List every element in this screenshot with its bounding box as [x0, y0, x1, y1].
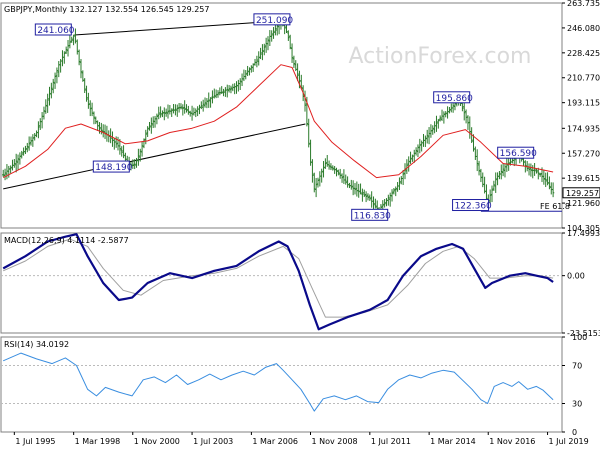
rsi-axis-tick-label: 0 [572, 428, 577, 437]
x-axis-tick-label: 1 Jul 1995 [15, 437, 55, 446]
panel-frame-main [0, 2, 563, 229]
price-axis-tick-label: 139.615 [567, 174, 600, 183]
fe-level-label: FE 61.8 [540, 202, 570, 211]
price-axis-tick-label: 121.960 [567, 199, 600, 208]
chart-svg: ActionForex.com 263.735 246.080 228.425 210.… [0, 0, 600, 446]
macd-title: MACD(12,26,9) 4.1114 -2.5877 [4, 236, 129, 245]
chart-canvas: ActionForex.com 263.735 246.080 228.425 210.… [0, 0, 600, 450]
watermark: ActionForex.com [349, 44, 532, 69]
price-label: 241.060 [37, 26, 74, 36]
rsi-line [3, 352, 554, 412]
rsi-title: RSI(14) 34.0192 [4, 340, 69, 349]
moving-average-line [2, 64, 554, 179]
rsi-axis-tick-label: 70 [572, 362, 582, 371]
macd-axis-tick-label: 0.00 [567, 272, 585, 281]
channel-lower-line [3, 123, 306, 190]
x-axis-tick-label: 1 Nov 2016 [489, 437, 535, 446]
price-axis-tick-label: 193.115 [567, 99, 600, 108]
panel-frame-macd [0, 232, 563, 334]
price-axis-tick-label: 263.735 [567, 0, 600, 8]
x-axis-tick-label: 1 Mar 2006 [252, 437, 298, 446]
x-axis-tick-label: 1 Nov 2008 [311, 437, 357, 446]
rsi-axis-tick-label: 30 [572, 400, 582, 409]
x-axis-tick-label: 1 Mar 1998 [75, 437, 121, 446]
x-axis-tick-label: 1 Jul 2003 [193, 437, 233, 446]
price-label: 195.860 [436, 94, 473, 104]
x-axis-tick-label: 1 Mar 2014 [430, 437, 476, 446]
price-axis-tick-label: 174.935 [567, 124, 600, 133]
price-axis-tick-label: 210.770 [567, 74, 600, 83]
x-axis-tick-label: 1 Jul 2011 [371, 437, 411, 446]
x-axis-tick-label: 1 Jul 2019 [549, 437, 589, 446]
price-axis-tick-label: 228.425 [567, 49, 600, 58]
price-label: 122.360 [455, 202, 492, 212]
price-label: 156.590 [500, 149, 537, 159]
rsi-axis-tick-label: 100 [572, 333, 587, 342]
price-axis-tick-label: 157.270 [567, 149, 600, 158]
macd-axis-tick-label: 17.4993 [567, 229, 600, 238]
chart-header: GBPJPY,Monthly 132.127 132.554 126.545 1… [4, 5, 209, 14]
price-axis-tick-label: 246.080 [567, 24, 600, 33]
channel-upper-line [74, 20, 281, 36]
x-axis-tick-label: 1 Nov 2000 [134, 437, 180, 446]
price-label: 251.090 [256, 16, 293, 26]
last-price-label: 129.257 [566, 189, 599, 198]
price-label: 148.190 [95, 163, 132, 173]
price-label: 116.830 [354, 211, 391, 221]
